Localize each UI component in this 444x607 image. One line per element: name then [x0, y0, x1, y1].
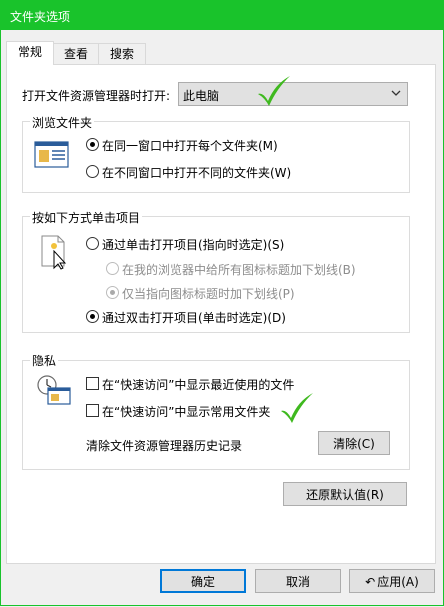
underline-hover-label: 仅当指向图标标题时加下划线(P) — [122, 287, 295, 301]
open-same-window-label: 在同一窗口中打开每个文件夹(M) — [102, 139, 278, 153]
tab-search[interactable]: 搜索 — [98, 43, 146, 64]
chevron-down-icon — [391, 90, 401, 96]
double-click-radio[interactable] — [86, 310, 99, 323]
cancel-button[interactable]: 取消 — [255, 569, 341, 593]
underline-hover-radio[interactable] — [106, 286, 119, 299]
underline-all-label: 在我的浏览器中给所有图标标题加下划线(B) — [122, 263, 356, 277]
tab-search-label: 搜索 — [109, 47, 134, 61]
open-in-value: 此电脑 — [183, 89, 220, 103]
apply-button-label: 应用(A) — [377, 575, 419, 589]
tab-view[interactable]: 查看 — [52, 43, 100, 64]
tab-general-label: 常规 — [17, 45, 42, 59]
click-pointer-illustration-icon — [41, 235, 67, 270]
privacy-title: 隐私 — [30, 352, 59, 369]
arrow-icon: ↶ — [365, 575, 376, 589]
browse-folders-group — [22, 121, 410, 193]
open-in-dropdown[interactable]: 此电脑 — [178, 82, 408, 106]
single-click-radio[interactable] — [86, 237, 99, 250]
underline-all-radio[interactable] — [106, 262, 119, 275]
show-recent-files-label: 在“快速访问”中显示最近使用的文件 — [102, 378, 295, 392]
double-click-label: 通过双击打开项目(单击时选定)(D) — [102, 311, 286, 325]
quick-access-illustration-icon — [37, 375, 71, 405]
open-new-window-label: 在不同窗口中打开不同的文件夹(W) — [102, 166, 292, 180]
single-click-label: 通过单击打开项目(指向时选定)(S) — [102, 238, 285, 252]
apply-button[interactable]: ↶ 应用(A) — [349, 569, 435, 593]
clear-history-label: 清除文件资源管理器历史记录 — [86, 439, 243, 453]
open-new-window-radio[interactable] — [86, 165, 99, 178]
check-mark-icon — [258, 76, 290, 106]
window-title: 文件夹选项 — [10, 10, 71, 24]
show-frequent-folders-checkbox[interactable] — [86, 404, 99, 417]
title-bar: 文件夹选项 — [0, 0, 444, 30]
same-window-illustration-icon — [34, 141, 69, 168]
open-same-window-radio[interactable] — [86, 138, 99, 151]
click-items-title: 按如下方式单击项目 — [30, 209, 143, 226]
ok-button[interactable]: 确定 — [160, 569, 246, 593]
tab-view-label: 查看 — [63, 47, 88, 61]
show-frequent-folders-label: 在“快速访问”中显示常用文件夹 — [102, 405, 271, 419]
clear-history-button[interactable]: 清除(C) — [318, 431, 390, 455]
tab-general[interactable]: 常规 — [6, 41, 54, 65]
open-in-label: 打开文件资源管理器时打开: — [22, 89, 171, 103]
restore-defaults-button[interactable]: 还原默认值(R) — [283, 482, 407, 506]
show-recent-files-checkbox[interactable] — [86, 377, 99, 390]
check-mark-icon-2 — [281, 393, 313, 423]
browse-folders-title: 浏览文件夹 — [30, 114, 95, 131]
